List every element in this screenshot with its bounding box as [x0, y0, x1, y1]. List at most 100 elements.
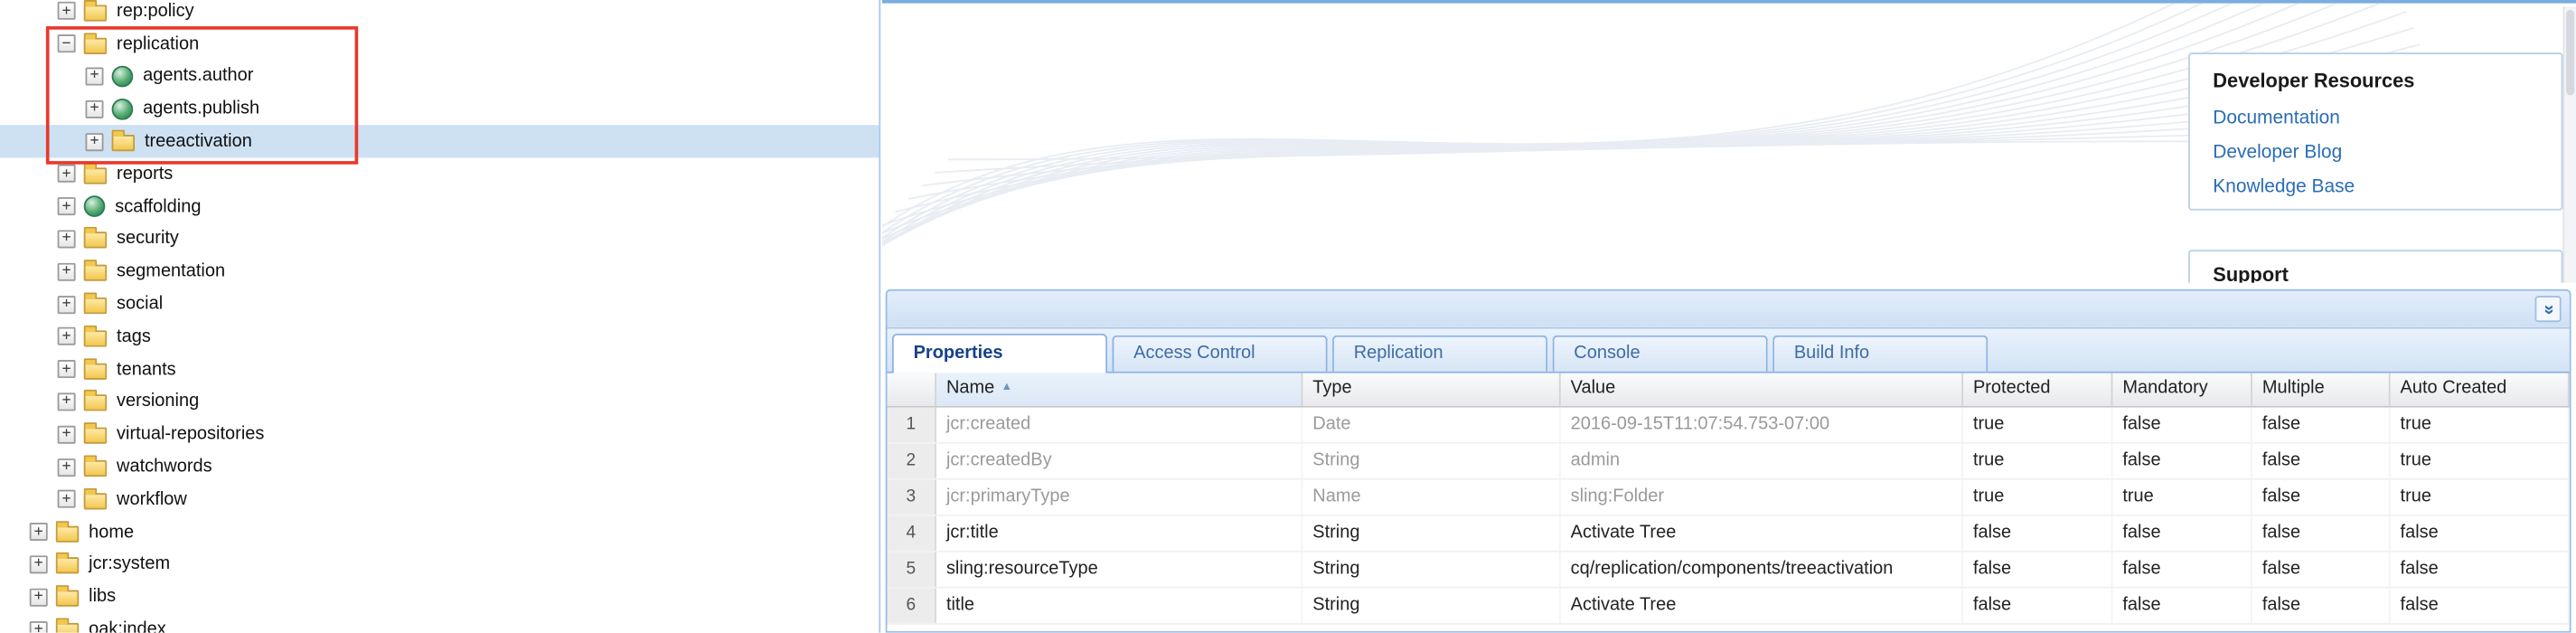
cell-auto-created: false: [2391, 588, 2570, 623]
column-header-protected[interactable]: Protected: [1963, 373, 2113, 406]
column-header-mandatory[interactable]: Mandatory: [2112, 373, 2252, 406]
tree-node-reports[interactable]: + reports: [0, 157, 879, 190]
column-header-type[interactable]: Type: [1302, 373, 1561, 406]
tree-expand-icon[interactable]: +: [29, 588, 48, 607]
tree-node-scaffolding[interactable]: + scaffolding: [0, 190, 879, 222]
cell-type: String: [1302, 552, 1561, 587]
tree-node-label: virtual-repositories: [117, 424, 265, 445]
row-number-header: [888, 373, 937, 406]
tab-bar: Properties Access Control Replication Conso…: [887, 328, 2570, 373]
tree-node-libs[interactable]: + libs: [0, 581, 879, 613]
tab-console[interactable]: Console: [1552, 335, 1768, 372]
folder-icon: [83, 422, 108, 445]
tab-properties[interactable]: Properties: [891, 333, 1108, 373]
folder-icon: [83, 487, 108, 510]
tree-node-replication[interactable]: − replication: [0, 28, 879, 61]
tree-expand-icon[interactable]: +: [57, 197, 76, 216]
tree-expand-icon[interactable]: +: [29, 523, 48, 542]
tree-expand-icon[interactable]: +: [57, 2, 76, 21]
tree-expand-icon[interactable]: +: [85, 99, 104, 118]
tree-node-social[interactable]: + social: [0, 288, 879, 320]
tree-node-virtual-repositories[interactable]: + virtual-repositories: [0, 418, 879, 450]
column-header-auto-created[interactable]: Auto Created: [2391, 373, 2570, 406]
tree-node-rep-policy[interactable]: + rep:policy: [0, 0, 879, 28]
folder-icon: [83, 32, 108, 54]
tree-expand-icon[interactable]: +: [57, 295, 76, 314]
cell-type: String: [1302, 443, 1561, 478]
tree-node-segmentation[interactable]: + segmentation: [0, 255, 879, 288]
link-knowledge-base[interactable]: Knowledge Base: [2213, 171, 2561, 205]
table-row[interactable]: 6 title String Activate Tree false false false…: [887, 588, 2570, 625]
tree-node-label: scaffolding: [115, 196, 202, 217]
tree-node-label: libs: [89, 587, 117, 608]
support-title: Support: [2213, 262, 2289, 283]
link-documentation[interactable]: Documentation: [2213, 102, 2561, 137]
tree-expand-icon[interactable]: +: [57, 230, 76, 249]
collapse-panel-button[interactable]: »: [2534, 296, 2562, 323]
developer-resources-panel: Developer Resources Documentation Develop…: [2188, 52, 2563, 211]
tree-node-oak-index[interactable]: + oak:index: [0, 613, 879, 633]
row-number: 2: [887, 443, 937, 478]
table-body: 1 jcr:created Date 2016-09-15T11:07:54.753-…: [887, 407, 2570, 625]
app-root: + rep:policy − replication + agents.author + ag…: [0, 0, 2576, 633]
cell-mandatory: false: [2112, 588, 2252, 623]
tree-expand-icon[interactable]: +: [57, 327, 76, 346]
folder-icon: [83, 292, 108, 315]
tree-node-jcr-system[interactable]: + jcr:system: [0, 548, 879, 581]
tree-node-agents-publish[interactable]: + agents.publish: [0, 92, 879, 125]
link-developer-blog[interactable]: Developer Blog: [2213, 137, 2561, 171]
cell-auto-created: false: [2391, 515, 2570, 551]
folder-icon: [111, 129, 136, 152]
tree-node-versioning[interactable]: + versioning: [0, 385, 879, 418]
column-header-multiple[interactable]: Multiple: [2252, 373, 2391, 406]
vertical-scrollbar[interactable]: [2562, 6, 2576, 283]
cell-name: jcr:created: [936, 407, 1303, 442]
tree-expand-icon[interactable]: +: [29, 555, 48, 574]
tree-expand-icon[interactable]: +: [57, 458, 76, 477]
tree-node-treeactivation[interactable]: + treeactivation: [0, 125, 879, 158]
folder-icon: [55, 618, 80, 633]
tree-node-watchwords[interactable]: + watchwords: [0, 450, 879, 483]
tree-node-label: jcr:system: [89, 554, 171, 575]
tree-node-label: versioning: [117, 392, 200, 412]
cell-protected: false: [1963, 588, 2113, 623]
tree-node-tags[interactable]: + tags: [0, 320, 879, 353]
tree-node-label: segmentation: [117, 261, 226, 282]
scrollbar-thumb[interactable]: [2566, 9, 2575, 96]
column-header-value[interactable]: Value: [1561, 373, 1964, 406]
tree-node-workflow[interactable]: + workflow: [0, 483, 879, 515]
tree-expand-icon[interactable]: +: [29, 620, 48, 633]
tab-replication[interactable]: Replication: [1332, 335, 1548, 372]
folder-icon: [83, 0, 108, 22]
tree-expand-icon[interactable]: +: [57, 360, 76, 379]
tree-expand-icon[interactable]: +: [57, 165, 76, 184]
tree-expand-icon[interactable]: +: [57, 262, 76, 281]
tab-build-info[interactable]: Build Info: [1772, 335, 1988, 372]
table-row[interactable]: 5 sling:resourceType String cq/replication/…: [887, 552, 2570, 589]
tree-expand-icon[interactable]: +: [57, 392, 76, 411]
tree-expand-icon[interactable]: +: [57, 490, 76, 509]
tab-access-control[interactable]: Access Control: [1112, 335, 1328, 372]
tree-node-tenants[interactable]: + tenants: [0, 353, 879, 385]
table-row[interactable]: 4 jcr:title String Activate Tree false false f…: [887, 515, 2570, 553]
tree-node-home[interactable]: + home: [0, 515, 879, 548]
cell-value: admin: [1561, 443, 1964, 478]
cell-multiple: false: [2252, 588, 2391, 623]
tree-expand-icon[interactable]: +: [85, 67, 104, 86]
cell-multiple: false: [2252, 552, 2391, 587]
developer-resources-title: Developer Resources: [2213, 69, 2415, 92]
tree-node-agents-author[interactable]: + agents.author: [0, 61, 879, 93]
cell-value: Activate Tree: [1561, 515, 1964, 551]
tree-collapse-icon[interactable]: −: [57, 34, 76, 53]
tree-expand-icon[interactable]: +: [85, 132, 104, 151]
column-header-name[interactable]: Name ▲: [936, 373, 1303, 406]
table-row[interactable]: 3 jcr:primaryType Name sling:Folder true true…: [887, 479, 2570, 516]
tree-node-security[interactable]: + security: [0, 222, 879, 255]
cell-multiple: false: [2252, 407, 2391, 442]
tree-expand-icon[interactable]: +: [57, 425, 76, 444]
table-row[interactable]: 2 jcr:createdBy String admin true false false t…: [887, 443, 2570, 480]
table-row[interactable]: 1 jcr:created Date 2016-09-15T11:07:54.753-…: [887, 407, 2570, 444]
column-header-label: Name: [945, 378, 995, 398]
tree-node-label: treeactivation: [144, 131, 252, 152]
folder-icon: [83, 357, 108, 380]
